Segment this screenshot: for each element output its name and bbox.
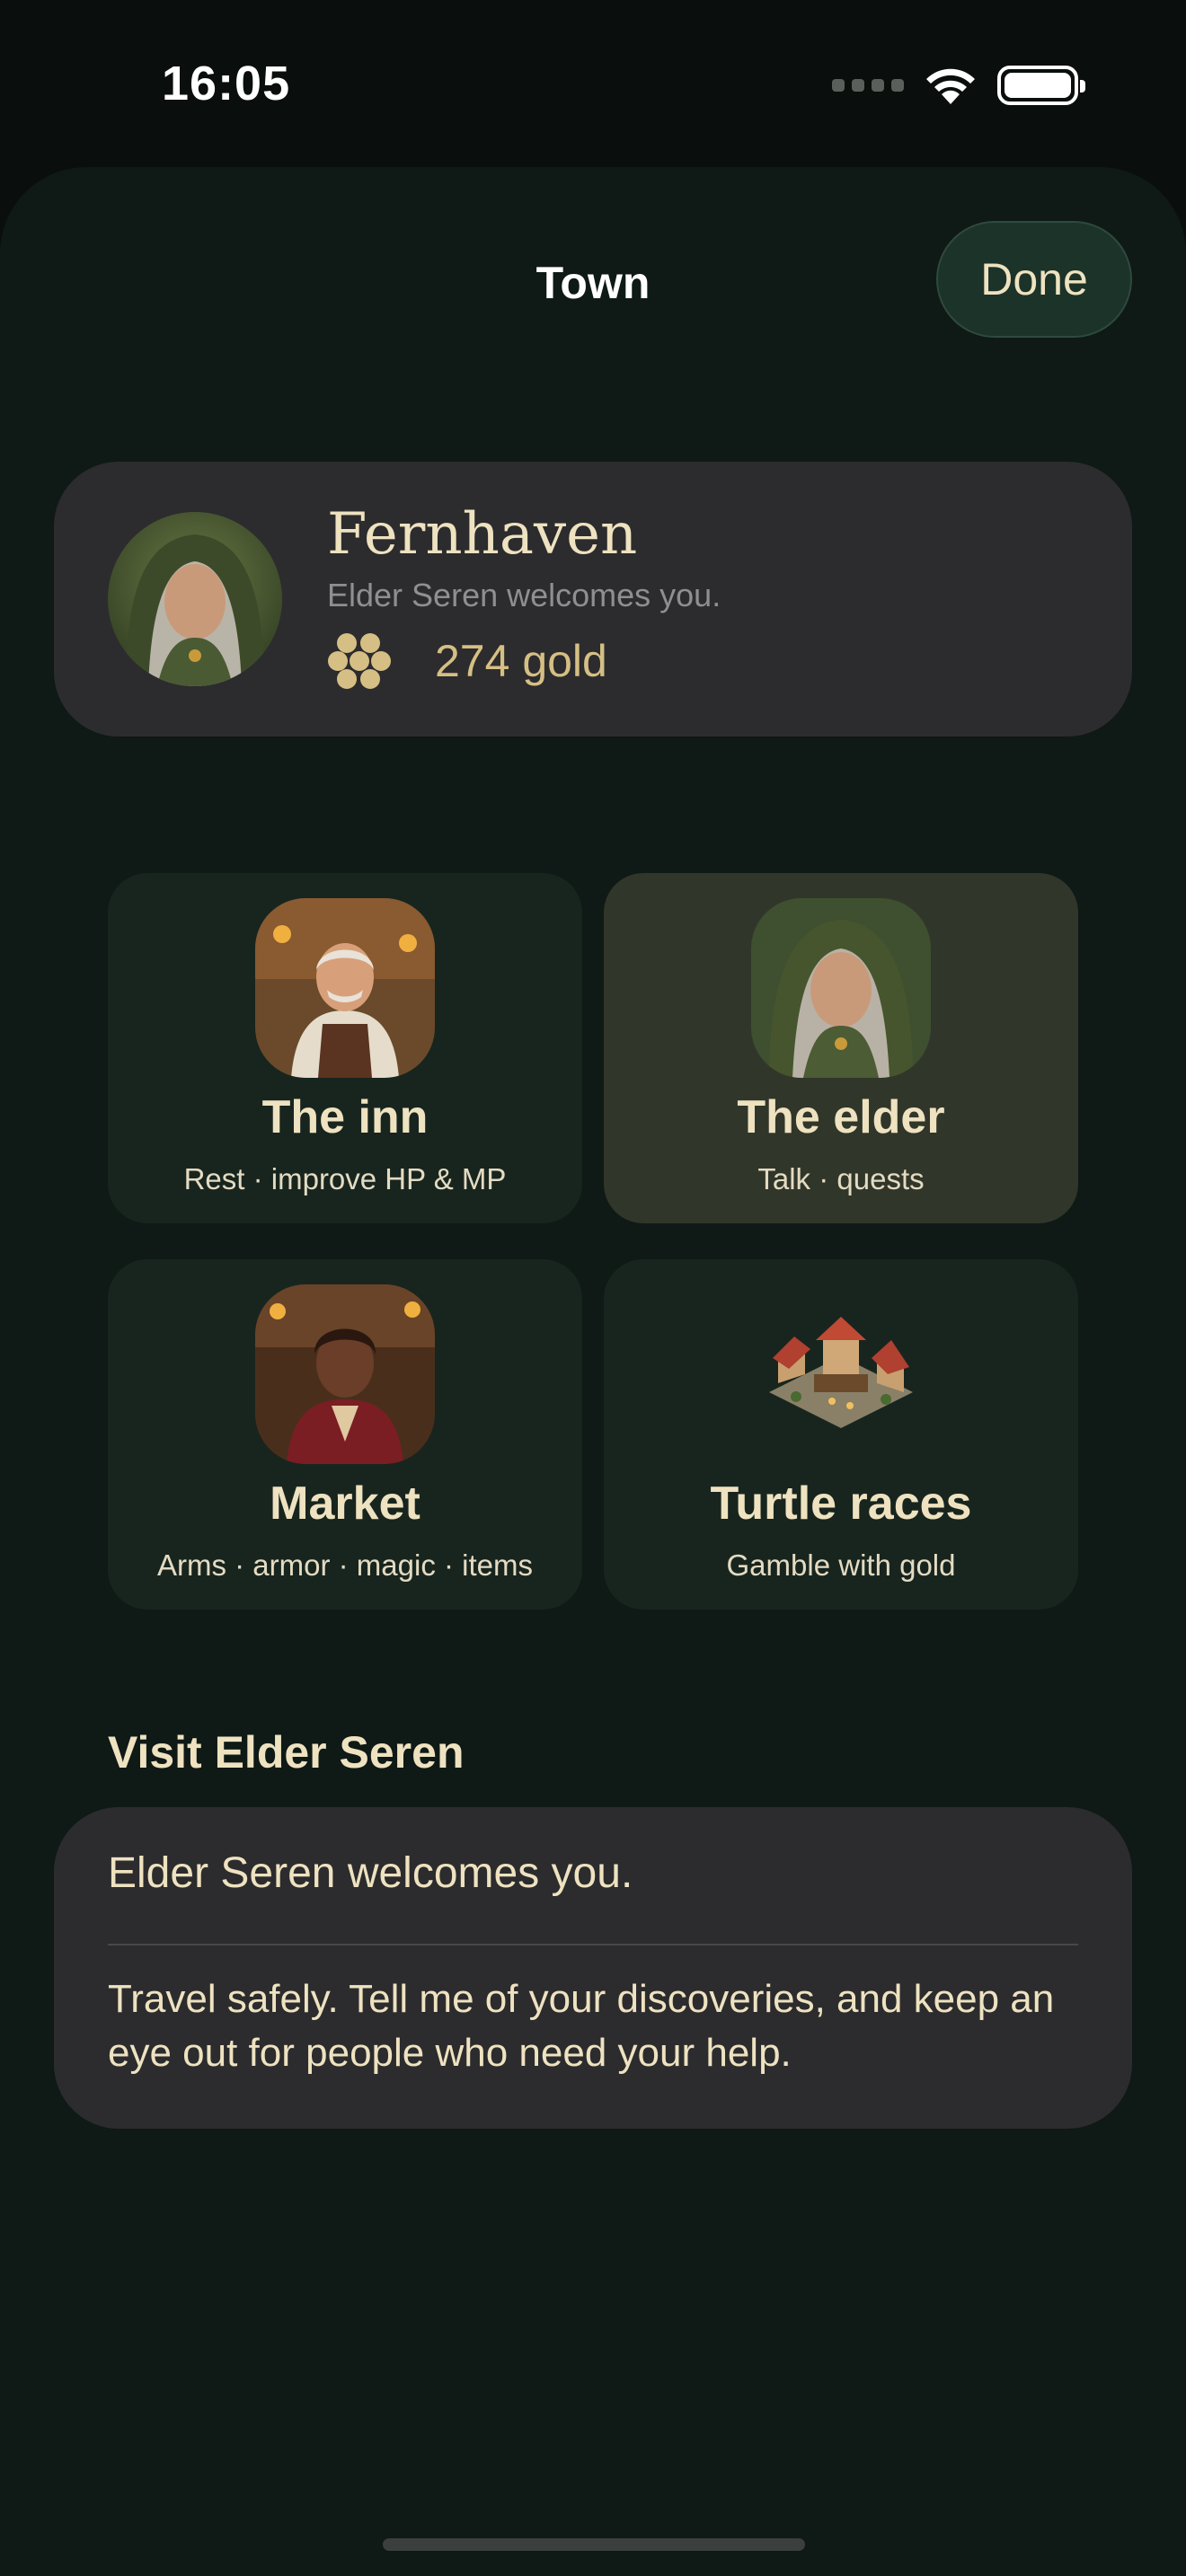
tile-elder[interactable]: The elder Talk · quests	[604, 873, 1078, 1223]
village-illustration	[751, 1284, 931, 1464]
home-indicator[interactable]	[383, 2538, 805, 2551]
done-button[interactable]: Done	[936, 221, 1132, 338]
status-indicators	[832, 65, 1085, 106]
visit-card: Elder Seren welcomes you. Travel safely.…	[54, 1807, 1132, 2129]
status-time: 16:05	[162, 57, 291, 110]
battery-icon	[997, 66, 1085, 105]
tile-title: Market	[270, 1478, 420, 1530]
tile-title: The inn	[261, 1091, 429, 1143]
town-header-card: Fernhaven Elder Seren welcomes you. 274 …	[54, 462, 1132, 737]
innkeeper-portrait	[255, 898, 435, 1078]
town-screen: 16:05 Town Done Fernhaven Elder Seren we…	[0, 0, 1186, 2576]
tile-title: The elder	[737, 1091, 945, 1143]
town-name: Fernhaven	[327, 501, 638, 568]
visit-message: Travel safely. Tell me of your discoveri…	[108, 1977, 1055, 2075]
coins-icon	[328, 633, 391, 689]
tile-subtitle: Arms · armor · magic · items	[156, 1548, 533, 1582]
tile-subtitle: Gamble with gold	[726, 1548, 956, 1582]
gold-amount: 274 gold	[435, 636, 607, 686]
elder-portrait	[751, 898, 931, 1078]
tile-subtitle: Talk · quests	[757, 1162, 925, 1195]
visit-greeting: Elder Seren welcomes you.	[108, 1849, 633, 1897]
wifi-icon	[926, 68, 975, 104]
divider	[108, 1944, 1078, 1945]
town-welcome: Elder Seren welcomes you.	[327, 577, 721, 613]
gold-row: 274 gold	[327, 629, 607, 693]
tile-inn[interactable]: The inn Rest · improve HP & MP	[108, 873, 582, 1223]
tile-subtitle: Rest · improve HP & MP	[183, 1162, 507, 1195]
tile-market[interactable]: Market Arms · armor · magic · items	[108, 1259, 582, 1610]
merchant-portrait	[255, 1284, 435, 1464]
town-sheet: Town Done Fernhaven Elder Seren welcomes…	[0, 167, 1186, 2576]
cellular-signal-icon	[832, 79, 904, 92]
elder-avatar	[108, 512, 282, 686]
tile-turtle-races[interactable]: Turtle races Gamble with gold	[604, 1259, 1078, 1610]
visit-section-title: Visit Elder Seren	[108, 1727, 465, 1778]
tile-title: Turtle races	[710, 1478, 972, 1530]
